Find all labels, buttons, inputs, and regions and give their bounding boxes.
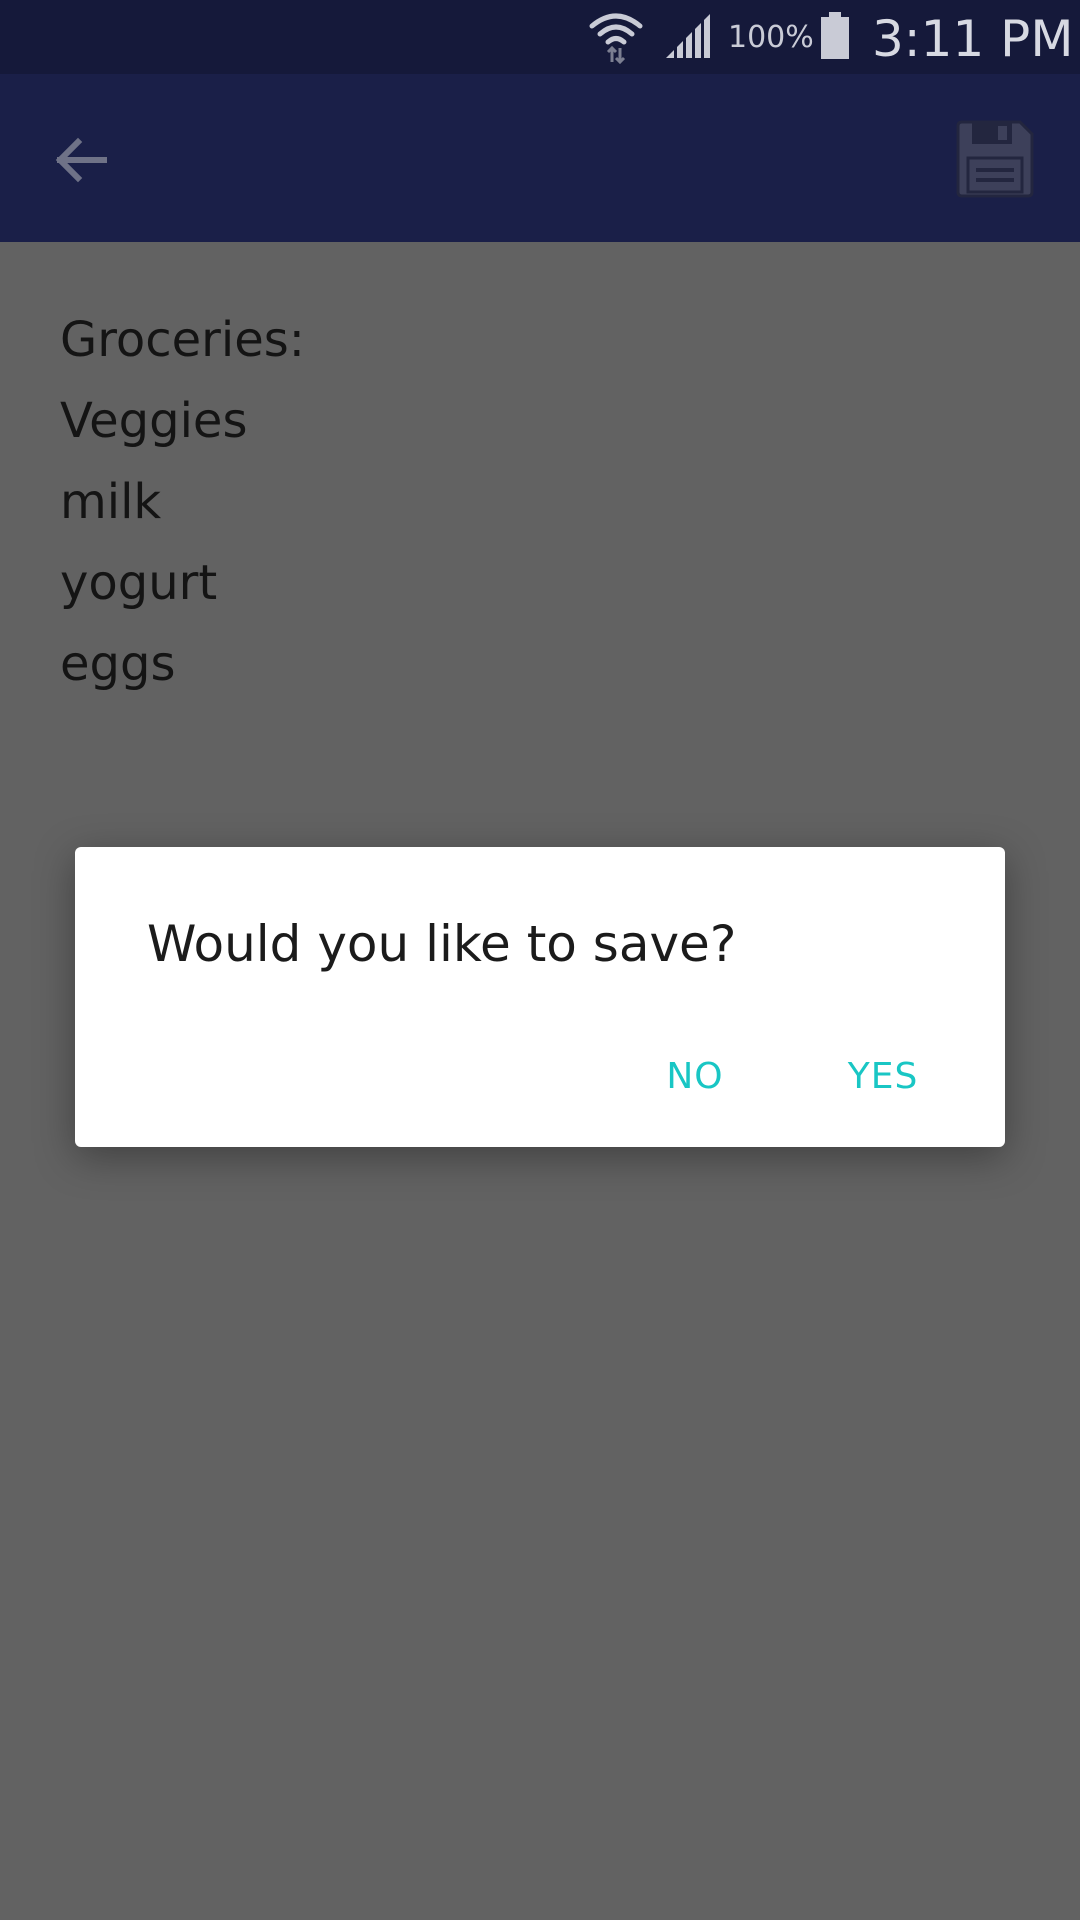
note-content: Groceries: Veggies milk yogurt eggs <box>60 300 305 705</box>
note-line: Veggies <box>60 393 248 449</box>
back-arrow-icon[interactable] <box>42 120 122 200</box>
dialog-message: Would you like to save? <box>147 915 737 973</box>
note-line: eggs <box>60 636 176 692</box>
no-button[interactable]: NO <box>635 1037 755 1117</box>
status-bar: 100% 3:11 PM <box>0 0 1080 74</box>
save-dialog: Would you like to save? NO YES <box>75 847 1005 1147</box>
note-line: milk <box>60 474 162 530</box>
screen: 100% 3:11 PM Groceries: Veggies milk yog… <box>0 0 1080 1920</box>
battery-icon <box>821 12 849 59</box>
app-bar <box>0 74 1080 242</box>
clock: 3:11 PM <box>872 10 1074 68</box>
note-line: yogurt <box>60 555 218 611</box>
floppy-save-icon[interactable] <box>954 118 1036 200</box>
note-line: Groceries: <box>60 312 305 368</box>
battery-percent: 100% <box>728 20 814 55</box>
cell-signal-icon <box>666 14 710 60</box>
wifi-icon <box>589 13 643 64</box>
yes-button[interactable]: YES <box>813 1037 953 1117</box>
